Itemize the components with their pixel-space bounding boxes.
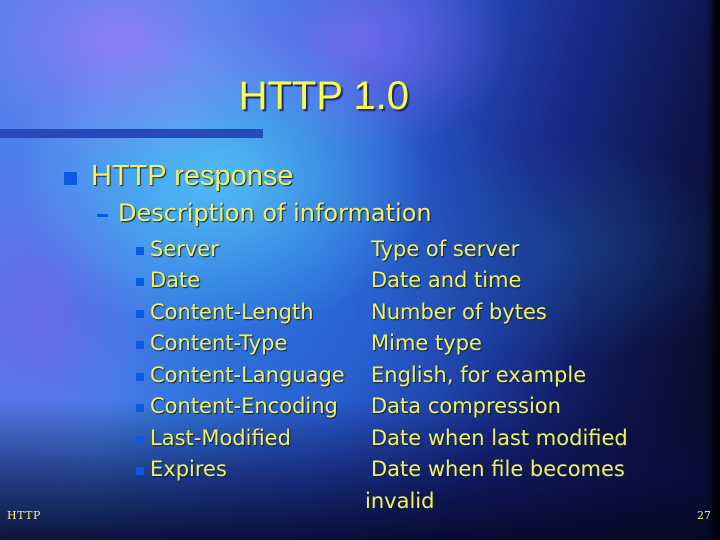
square-bullet-icon	[136, 435, 144, 444]
field-description: Date when last modified	[371, 425, 628, 450]
field-description: Number of bytes	[371, 299, 547, 324]
slide-title: HTTP 1.0	[0, 74, 645, 119]
bullet-level2-text: Description of information	[118, 199, 432, 227]
field-description: English, for example	[371, 362, 587, 387]
field-name: Server	[150, 236, 219, 261]
page-number: 27	[697, 509, 711, 522]
field-name: Content-Length	[150, 299, 314, 324]
field-name: Content-Type	[150, 331, 288, 356]
field-description: Date and time	[371, 268, 522, 293]
list-item: Date Date and time	[136, 265, 656, 297]
square-bullet-icon	[136, 404, 144, 413]
square-bullet-icon	[64, 172, 77, 185]
field-name: Expires	[150, 457, 227, 482]
field-description-continued: invalid	[365, 488, 435, 513]
square-bullet-icon	[136, 278, 144, 287]
title-underline-bar	[0, 129, 263, 138]
square-bullet-icon	[136, 341, 144, 350]
list-item: Expires Date when file becomes	[136, 454, 656, 486]
field-name: Content-Language	[150, 362, 345, 387]
field-description: Data compression	[371, 394, 561, 419]
field-description: Mime type	[371, 331, 482, 356]
list-item: Content-Length Number of bytes	[136, 296, 656, 328]
bullet-level2: Description of information	[97, 199, 432, 227]
field-description: Type of server	[371, 236, 520, 261]
square-bullet-icon	[136, 309, 144, 318]
list-item: Last-Modified Date when last modified	[136, 422, 656, 454]
slide: HTTP 1.0 HTTP response Description of in…	[0, 0, 720, 540]
square-bullet-icon	[136, 467, 144, 476]
square-bullet-icon	[136, 372, 144, 381]
footer-label: HTTP	[7, 509, 41, 522]
dash-bullet-icon	[97, 213, 108, 217]
list-item: Content-Type Mime type	[136, 328, 656, 360]
field-name: Last-Modified	[150, 425, 291, 450]
field-name: Content-Encoding	[150, 394, 338, 419]
list-item: Server Type of server	[136, 233, 656, 265]
bullet-level1-text: HTTP response	[91, 160, 294, 192]
square-bullet-icon	[136, 246, 144, 255]
list-item: Content-Language English, for example	[136, 359, 656, 391]
field-name: Date	[150, 268, 201, 293]
bullet-level1: HTTP response	[64, 160, 294, 193]
slide-title-text: HTTP 1.0	[238, 74, 409, 118]
header-field-list: Server Type of server Date Date and time…	[136, 233, 656, 517]
field-description: Date when file becomes	[371, 457, 625, 482]
list-item: Content-Encoding Data compression	[136, 391, 656, 423]
